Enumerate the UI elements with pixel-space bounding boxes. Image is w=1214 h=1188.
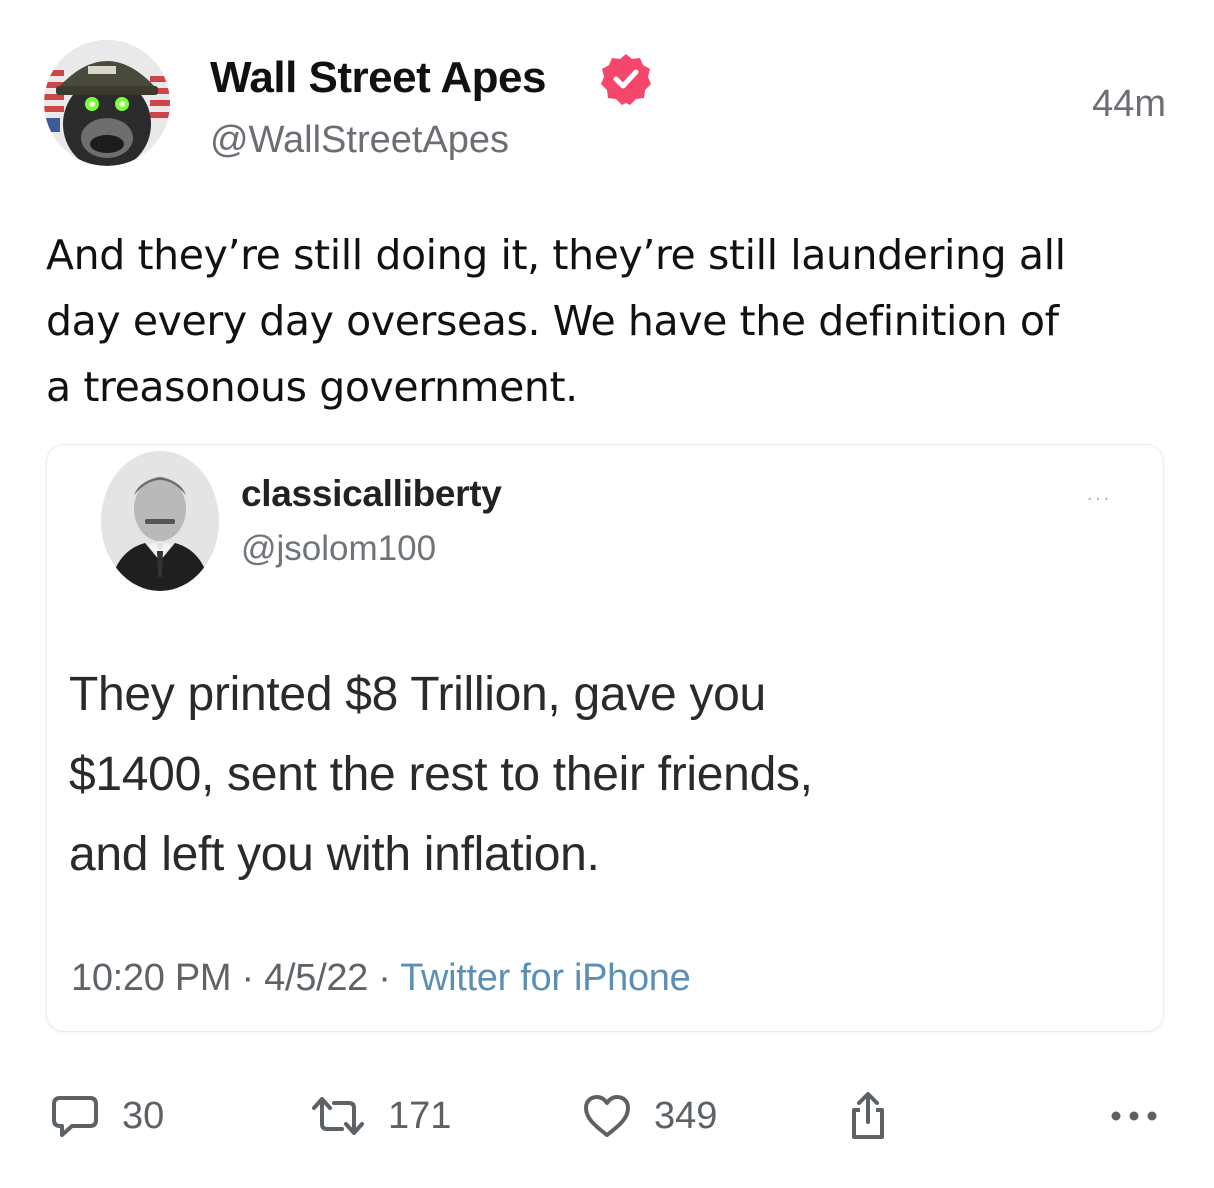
embedded-more-icon: ··· (1086, 485, 1111, 510)
author-avatar[interactable] (44, 40, 170, 166)
post-text: And they’re still doing it, they’re stil… (46, 222, 1176, 420)
post-text-line: day every day overseas. We have the defi… (46, 297, 1059, 345)
post-text-line: And they’re still doing it, they’re stil… (46, 231, 1066, 279)
embedded-tweet-meta: 10:20 PM · 4/5/22 · Twitter for iPhone (71, 957, 691, 1000)
reply-count: 30 (122, 1094, 165, 1137)
embedded-date: 4/5/22 (264, 957, 368, 999)
more-dots-icon (1111, 1111, 1157, 1121)
repost-count: 171 (388, 1094, 452, 1137)
portrait-avatar-icon (101, 451, 219, 591)
share-button[interactable] (846, 1090, 890, 1142)
embedded-author-handle: @jsolom100 (241, 529, 437, 568)
embedded-text-line: $1400, sent the rest to their friends, (69, 748, 813, 801)
reply-icon (52, 1096, 98, 1137)
embedded-text-line: They printed $8 Trillion, gave you (69, 668, 766, 721)
more-options-button[interactable] (1110, 1090, 1158, 1142)
reply-button[interactable]: 30 (50, 1090, 164, 1142)
share-icon (852, 1092, 884, 1139)
gorilla-helmet-avatar-icon (44, 40, 170, 166)
author-display-name[interactable]: Wall Street Apes (210, 50, 546, 106)
embedded-tweet-text: They printed $8 Trillion, gave you $1400… (69, 655, 1109, 895)
embedded-time: 10:20 PM (71, 957, 232, 999)
embedded-tweet-image[interactable]: classicalliberty @jsolom100 ··· They pri… (46, 444, 1164, 1032)
like-button[interactable]: 349 (582, 1090, 717, 1142)
embedded-author-name: classicalliberty (241, 473, 502, 514)
embedded-text-line: and left you with inflation. (69, 828, 600, 881)
author-handle[interactable]: @WallStreetApes (210, 116, 509, 164)
post-text-line: a treasonous government. (46, 363, 578, 411)
repost-icon (312, 1097, 364, 1135)
embedded-source: Twitter for iPhone (400, 957, 691, 999)
embedded-author-avatar (101, 451, 219, 591)
like-count: 349 (654, 1094, 718, 1137)
meta-separator: · (368, 957, 401, 999)
heart-icon (584, 1095, 630, 1137)
post-timestamp[interactable]: 44m (1092, 80, 1166, 128)
repost-button[interactable]: 171 (310, 1090, 451, 1142)
meta-separator: · (231, 957, 265, 999)
verified-badge-icon (601, 54, 651, 105)
post-card: Wall Street Apes @WallStreetApes 44m And… (0, 0, 1214, 1188)
